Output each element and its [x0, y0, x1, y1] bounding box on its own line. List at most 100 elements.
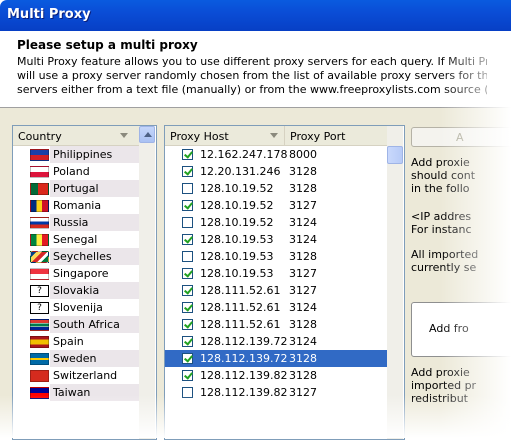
country-name: Slovenija — [53, 301, 103, 314]
proxy-port: 8000 — [289, 148, 317, 161]
proxy-enable-checkbox[interactable] — [182, 217, 193, 228]
proxy-port: 3128 — [289, 165, 317, 178]
proxy-enable-checkbox[interactable] — [182, 319, 193, 330]
proxy-enable-checkbox[interactable] — [182, 268, 193, 279]
help-line: currently se — [411, 261, 477, 274]
help-text-3: All imported currently se — [411, 248, 478, 274]
proxy-enable-checkbox[interactable] — [182, 353, 193, 364]
country-list-item[interactable]: Russia — [13, 214, 144, 231]
country-name: Portugal — [53, 182, 99, 195]
country-list-item[interactable]: Sweden — [13, 350, 144, 367]
proxy-enable-checkbox[interactable] — [182, 251, 193, 262]
south-africa-flag-icon — [30, 319, 49, 331]
add-from-button[interactable]: Add fro — [411, 302, 511, 357]
country-name: South Africa — [53, 318, 120, 331]
proxy-enable-checkbox[interactable] — [182, 149, 193, 160]
proxy-row[interactable]: 128.10.19.53 3124 — [165, 231, 387, 248]
header-title: Please setup a multi proxy — [17, 38, 198, 52]
poland-flag-icon — [30, 166, 49, 178]
proxy-enable-checkbox[interactable] — [182, 285, 193, 296]
proxy-row[interactable]: 12.20.131.246 3128 — [165, 163, 387, 180]
country-list-item[interactable]: Taiwan — [13, 384, 144, 401]
proxy-enable-checkbox[interactable] — [182, 234, 193, 245]
country-name: Spain — [53, 335, 84, 348]
proxy-enable-checkbox[interactable] — [182, 336, 193, 347]
help-line: <IP addres — [411, 210, 472, 223]
proxy-row[interactable]: 128.10.19.52 3127 — [165, 197, 387, 214]
proxy-enable-checkbox[interactable] — [182, 387, 193, 398]
proxy-row[interactable]: 128.10.19.53 3127 — [165, 265, 387, 282]
proxy-port-column-header[interactable]: Proxy Port — [285, 126, 387, 146]
proxy-port: 3127 — [289, 267, 317, 280]
proxy-host-column-header[interactable]: Proxy Host — [165, 126, 285, 146]
help-line: Add proxie — [411, 156, 470, 169]
country-name: Singapore — [53, 267, 109, 280]
singapore-flag-icon — [30, 268, 49, 280]
proxy-scrollbar[interactable] — [387, 126, 403, 439]
help-line: imported pr — [411, 379, 477, 392]
proxy-enable-checkbox[interactable] — [182, 183, 193, 194]
proxy-port: 3128 — [289, 250, 317, 263]
country-name: Senegal — [53, 233, 98, 246]
proxy-row[interactable]: 128.111.52.61 3124 — [165, 299, 387, 316]
proxy-scroll-thumb[interactable] — [387, 146, 403, 164]
country-list-item[interactable]: Seychelles — [13, 248, 144, 265]
proxy-row[interactable]: 128.10.19.52 3128 — [165, 180, 387, 197]
country-list-item[interactable]: Portugal — [13, 180, 144, 197]
country-list-item[interactable]: Philippines — [13, 146, 144, 163]
scroll-up-button[interactable] — [139, 126, 155, 143]
proxy-host: 128.112.139.82 — [200, 369, 288, 382]
proxy-enable-checkbox[interactable] — [182, 302, 193, 313]
add-from-label: Add fro — [429, 322, 469, 335]
proxy-list[interactable]: Proxy Host Proxy Port 12.162.247.178 8000… — [164, 125, 405, 440]
proxy-host: 128.10.19.53 — [200, 250, 274, 263]
proxy-port: 3124 — [289, 233, 317, 246]
proxy-row[interactable]: 128.10.19.53 3128 — [165, 248, 387, 265]
proxy-row[interactable]: 128.112.139.82 3127 — [165, 384, 387, 401]
romania-flag-icon — [30, 200, 49, 212]
country-column-header[interactable]: Country — [13, 126, 139, 146]
proxy-host: 128.111.52.61 — [200, 284, 281, 297]
proxy-enable-checkbox[interactable] — [182, 200, 193, 211]
proxy-row[interactable]: 12.162.247.178 8000 — [165, 146, 387, 163]
country-list-item[interactable]: ? Slovenija — [13, 299, 139, 316]
proxy-port: 3124 — [289, 301, 317, 314]
proxy-port: 3124 — [289, 216, 317, 229]
proxy-enable-checkbox[interactable] — [182, 166, 193, 177]
help-text-2: <IP addres For instanc — [411, 210, 472, 236]
proxy-host: 128.10.19.53 — [200, 267, 274, 280]
proxy-row[interactable]: 128.111.52.61 3128 — [165, 316, 387, 333]
proxy-host: 128.112.139.72 — [200, 352, 288, 365]
country-list-item[interactable]: Spain — [13, 333, 139, 350]
country-list[interactable]: Country Philippines Poland Portugal Romania… — [12, 125, 157, 440]
proxy-enable-checkbox[interactable] — [182, 370, 193, 381]
country-list-item[interactable]: Romania — [13, 197, 139, 214]
seychelles-flag-icon — [30, 251, 49, 263]
country-name: Russia — [53, 216, 89, 229]
right-action-button[interactable]: A — [411, 127, 511, 147]
country-name: Slovakia — [53, 284, 100, 297]
proxy-host: 128.10.19.52 — [200, 199, 274, 212]
header-line: Multi Proxy feature allows you to use di… — [17, 55, 487, 68]
proxy-row[interactable]: 128.112.139.72 3128 — [165, 350, 387, 367]
help-text-4: Add proxie imported pr redistribut — [411, 366, 476, 405]
country-list-item[interactable]: Switzerland — [13, 367, 139, 384]
proxy-port: 3128 — [289, 369, 317, 382]
help-line: For instanc — [411, 223, 472, 236]
proxy-port: 3128 — [289, 352, 317, 365]
switzerland-flag-icon — [30, 370, 49, 382]
proxy-port: 3124 — [289, 335, 317, 348]
country-list-item[interactable]: Senegal — [13, 231, 139, 248]
proxy-port: 3127 — [289, 284, 317, 297]
country-list-item[interactable]: South Africa — [13, 316, 144, 333]
senegal-flag-icon — [30, 234, 49, 246]
country-list-item[interactable]: ? Slovakia — [13, 282, 144, 299]
country-list-item[interactable]: Singapore — [13, 265, 139, 282]
proxy-row[interactable]: 128.111.52.61 3127 — [165, 282, 387, 299]
country-scrollbar[interactable] — [139, 126, 155, 439]
proxy-row[interactable]: 128.112.139.82 3128 — [165, 367, 387, 384]
proxy-row[interactable]: 128.10.19.52 3124 — [165, 214, 387, 231]
country-list-item[interactable]: Poland — [13, 163, 139, 180]
proxy-row[interactable]: 128.112.139.72 3124 — [165, 333, 387, 350]
proxy-host: 12.162.247.178 — [200, 148, 288, 161]
